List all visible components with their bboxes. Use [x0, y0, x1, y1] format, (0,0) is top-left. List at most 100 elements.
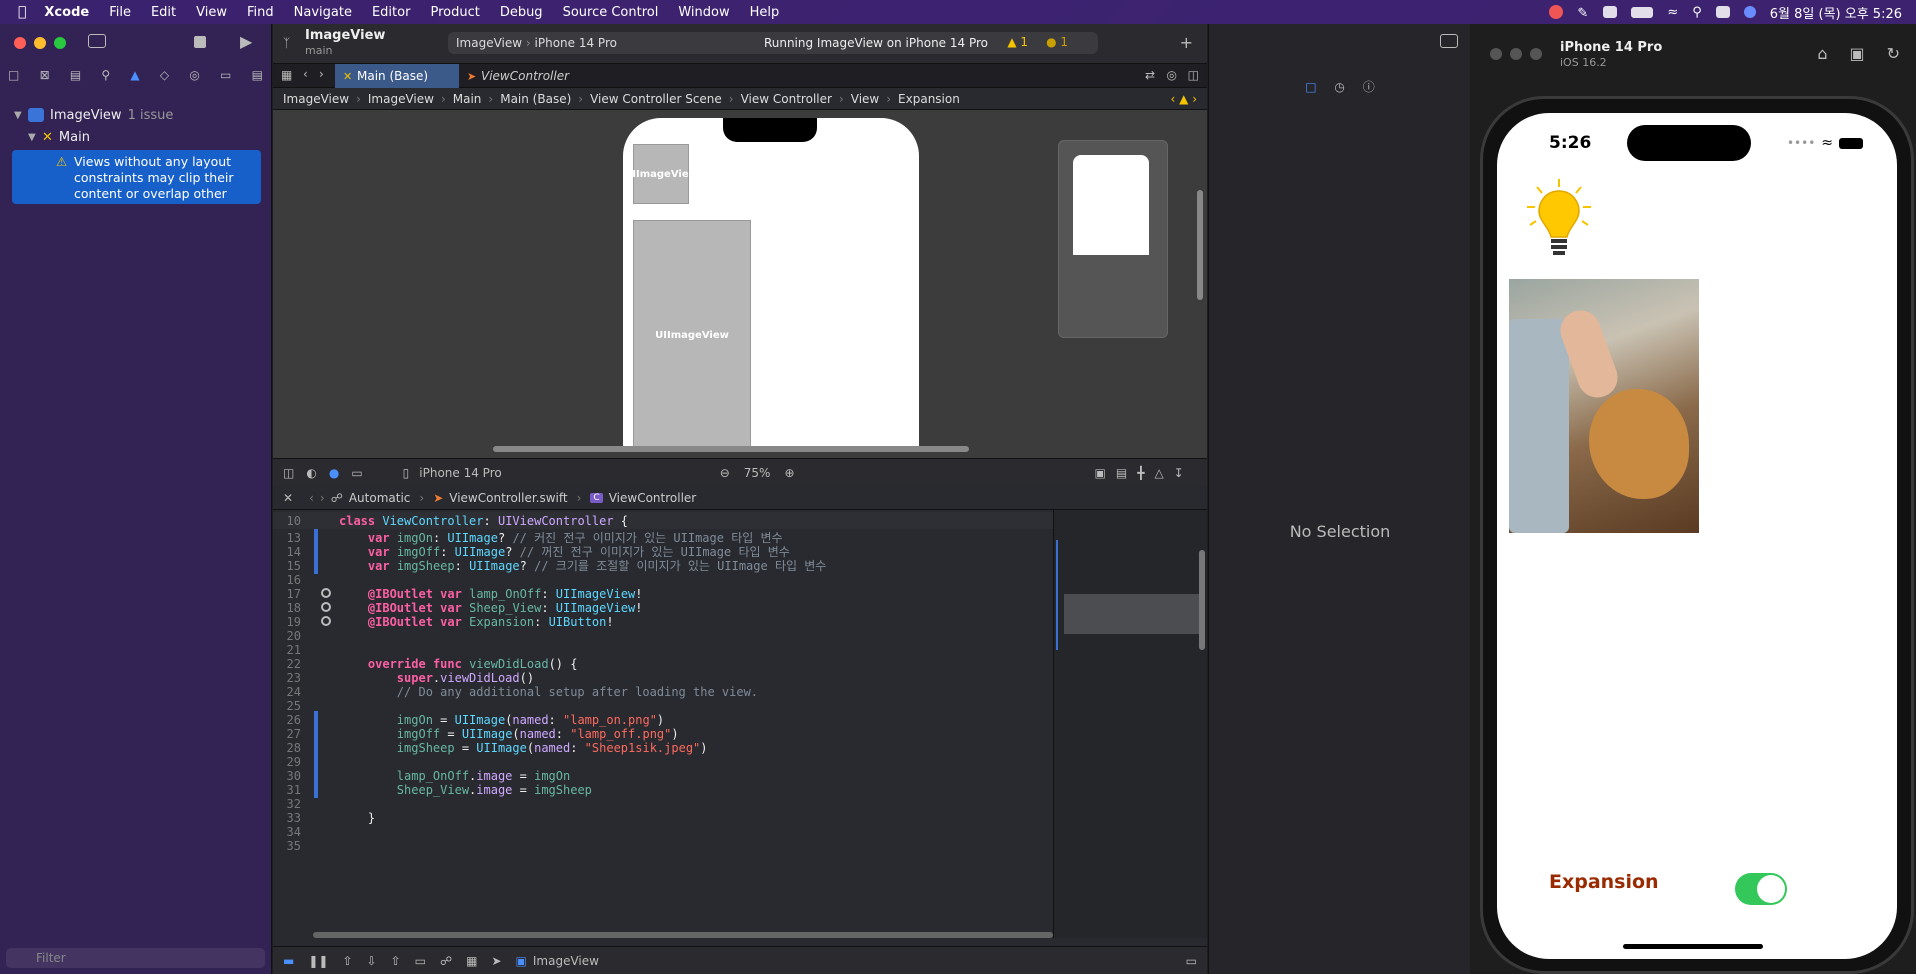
menu-help[interactable]: Help	[750, 5, 780, 20]
symbol-icon[interactable]: ▤	[70, 68, 81, 88]
tree-row-main[interactable]: ▼ ✕ Main	[0, 126, 271, 148]
menu-file[interactable]: File	[109, 5, 131, 20]
sidebar-toggle-icon[interactable]	[88, 34, 106, 48]
align-icon[interactable]: ▤	[1116, 466, 1127, 480]
stop-icon[interactable]	[194, 36, 206, 48]
image-view-small[interactable]: UIImageView	[624, 144, 698, 204]
forward-icon[interactable]: ›	[320, 491, 325, 505]
breakpoint-icon[interactable]: ▭	[220, 68, 231, 88]
jump-item-project[interactable]: ImageView	[283, 92, 349, 106]
line-number[interactable]: 35	[273, 839, 309, 853]
apple-icon[interactable]: 	[18, 4, 26, 20]
code-minimap[interactable]	[1053, 510, 1207, 938]
lightbulb-icon[interactable]	[1523, 177, 1595, 267]
run-icon[interactable]: ▶	[240, 32, 252, 51]
pin-icon[interactable]: ╋	[1137, 466, 1144, 480]
vertical-scrollbar[interactable]	[1197, 190, 1203, 300]
view-debugger-icon[interactable]: ▭	[415, 954, 426, 968]
file-inspector-icon[interactable]: □	[1305, 80, 1316, 94]
tree-row-project[interactable]: ▼ ImageView 1 issue	[0, 104, 271, 126]
runtime-warning-badge[interactable]: ● 1	[1046, 35, 1068, 49]
jump-item-main-base[interactable]: Main (Base)	[500, 92, 571, 106]
menu-navigate[interactable]: Navigate	[294, 5, 352, 20]
menu-source-control[interactable]: Source Control	[563, 5, 659, 20]
minimize-window-button[interactable]	[1510, 48, 1522, 60]
debug-target[interactable]: ImageView	[533, 954, 599, 968]
storyboard-canvas[interactable]: UIImageView UIImageView	[273, 110, 1207, 458]
menu-window[interactable]: Window	[678, 5, 729, 20]
issue-item-selected[interactable]: ⚠ Views without any layout constraints m…	[12, 150, 261, 204]
screenshot-icon[interactable]: ▣	[1849, 44, 1864, 63]
pause-icon[interactable]: ❚❚	[308, 954, 328, 968]
pen-icon[interactable]: ✎	[1577, 6, 1589, 21]
close-editor-icon[interactable]: ✕	[283, 491, 293, 505]
folder-icon[interactable]: □	[8, 68, 19, 88]
wifi-icon[interactable]: ≈	[1667, 5, 1678, 20]
menu-editor[interactable]: Editor	[372, 5, 410, 20]
toolbar-project[interactable]: ImageView	[305, 28, 385, 43]
outline-toggle-icon[interactable]: ◫	[283, 466, 294, 480]
scheme-selector[interactable]: ImageView › iPhone 14 Pro	[456, 36, 617, 50]
vertical-scrollbar[interactable]	[1199, 550, 1205, 650]
siri-icon[interactable]	[1743, 6, 1756, 18]
zoom-window-button[interactable]	[54, 37, 66, 49]
accessibility-icon[interactable]: ●	[329, 466, 339, 480]
step-into-icon[interactable]: ⇧	[391, 954, 401, 968]
resolve-icon[interactable]: △	[1154, 466, 1163, 480]
history-inspector-icon[interactable]: ◷	[1334, 80, 1344, 94]
close-window-button[interactable]	[14, 37, 26, 49]
code-editor[interactable]: 10 class ViewController: UIViewControlle…	[273, 510, 1053, 938]
back-icon[interactable]: ‹	[309, 491, 314, 505]
menu-view[interactable]: View	[196, 5, 227, 20]
find-icon[interactable]: ⚲	[101, 68, 110, 88]
debug-area-toggle-icon[interactable]: ▬	[283, 954, 294, 968]
location-icon[interactable]: ➤	[491, 954, 501, 968]
inspector-toggle-icon[interactable]	[1440, 34, 1458, 48]
tab-viewcontroller[interactable]: ➤ ViewController	[459, 64, 599, 88]
input-source-icon[interactable]	[1603, 6, 1618, 18]
zoom-level[interactable]: 75%	[744, 466, 771, 480]
menu-find[interactable]: Find	[247, 5, 274, 20]
jump-item-expansion[interactable]: Expansion	[898, 92, 960, 106]
jump-item-folder[interactable]: ImageView	[368, 92, 434, 106]
zoom-window-button[interactable]	[1530, 48, 1542, 60]
orientation-icon[interactable]: ▭	[351, 466, 362, 480]
jump-item-scene[interactable]: View Controller Scene	[590, 92, 722, 106]
test-icon[interactable]: ◇	[160, 68, 169, 88]
report-icon[interactable]: ▤	[252, 68, 263, 88]
jump-class[interactable]: ViewController	[609, 491, 697, 505]
expansion-button[interactable]: Expansion	[1549, 871, 1659, 893]
chevron-down-icon[interactable]: ▼	[28, 132, 42, 143]
console-toggle-icon[interactable]: ▭	[1186, 954, 1197, 968]
horizontal-scrollbar[interactable]	[493, 446, 969, 452]
battery-icon[interactable]	[1631, 6, 1654, 18]
rotate-icon[interactable]: ↻	[1887, 44, 1900, 63]
minimize-window-button[interactable]	[34, 37, 46, 49]
split-editor-icon[interactable]: ◫	[1188, 68, 1199, 82]
storyboard-scene[interactable]: UIImageView UIImageView	[623, 118, 919, 450]
continue-icon[interactable]: ⇧	[342, 954, 352, 968]
menu-clock[interactable]: 6월 8일 (목) 오후 5:26	[1770, 3, 1902, 22]
filter-field[interactable]: Filter	[6, 948, 265, 968]
horizontal-scrollbar[interactable]	[313, 932, 1053, 938]
issue-nav-icon[interactable]: ‹ ▲ ›	[1171, 92, 1197, 106]
notification-icon[interactable]	[1549, 5, 1564, 19]
outlet-connection-icon[interactable]	[321, 616, 331, 626]
chevron-down-icon[interactable]: ▼	[14, 110, 28, 121]
home-icon[interactable]: ⌂	[1817, 44, 1827, 63]
canvas-minimap[interactable]	[1058, 140, 1168, 338]
device-screen[interactable]: 5:26 •••• ≈ Expansion	[1497, 113, 1897, 959]
refresh-icon[interactable]: ⇄	[1145, 68, 1155, 82]
search-icon[interactable]: ⚲	[1692, 5, 1702, 20]
zoom-in-icon[interactable]: ⊕	[784, 466, 794, 480]
code-line[interactable]: 35	[273, 837, 1053, 854]
add-icon[interactable]: +	[1180, 33, 1193, 52]
forward-icon[interactable]: ›	[319, 67, 324, 81]
appearance-icon[interactable]: ◐	[306, 466, 316, 480]
tab-main-base[interactable]: ✕ Main (Base)	[335, 64, 459, 88]
issue-icon[interactable]: ▲	[130, 68, 139, 88]
jump-item-view[interactable]: View	[851, 92, 879, 106]
source-control-icon[interactable]: ⊠	[40, 68, 50, 88]
embed-icon[interactable]: ↧	[1174, 466, 1184, 480]
debug-icon[interactable]: ◎	[189, 68, 199, 88]
